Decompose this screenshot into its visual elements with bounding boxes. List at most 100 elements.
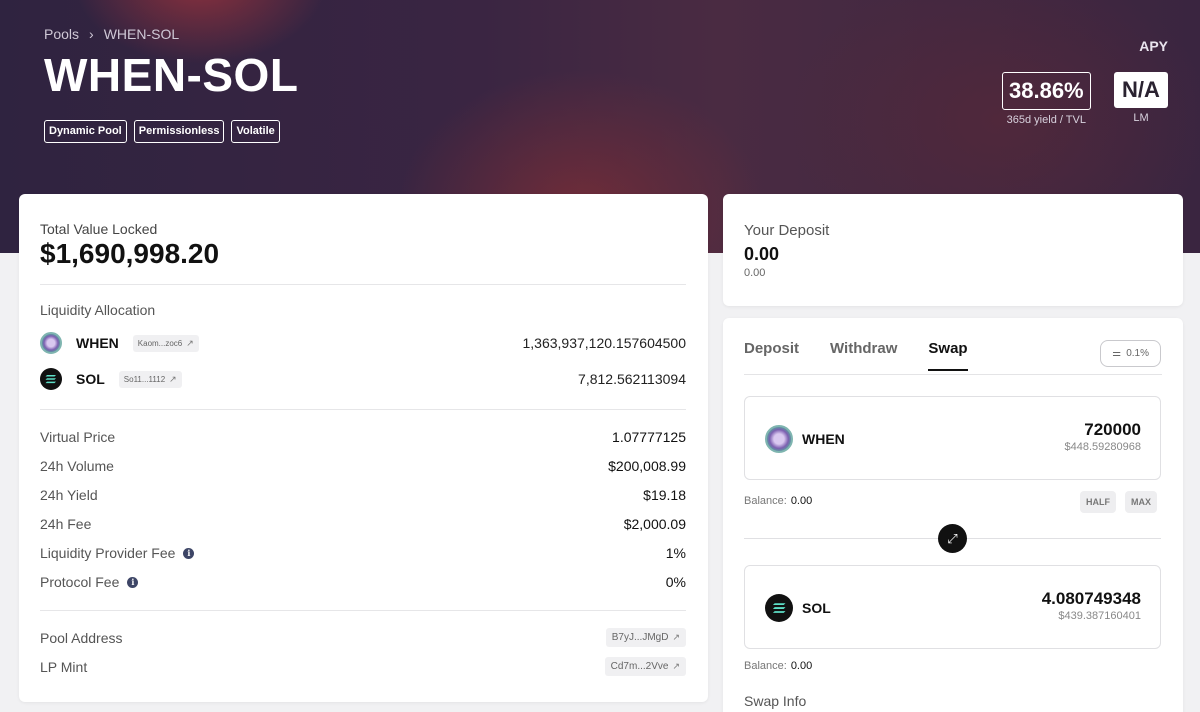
token-address: So11...1112	[123, 374, 166, 384]
tag-permissionless: Permissionless	[133, 120, 225, 143]
swap-info-label: Swap Info	[744, 693, 807, 709]
slippage-settings-button[interactable]: ⚌ 0.1%	[1100, 340, 1161, 367]
stat-value: 0%	[665, 574, 686, 590]
swap-card: Deposit Withdraw Swap ⚌ 0.1% WHEN 720000…	[723, 318, 1183, 712]
to-token-selector[interactable]: SOL	[765, 594, 831, 622]
apy-lm-sub: LM	[1133, 112, 1149, 124]
lp-mint-chip[interactable]: Cd7m...2Vve ↗	[604, 657, 686, 676]
pool-address: B7yJ...JMgD	[611, 632, 669, 643]
liquidity-allocation-label: Liquidity Allocation	[40, 302, 156, 318]
token-address: Kaom...zoc6	[137, 338, 183, 348]
stat-label: Protocol Fee i	[40, 574, 139, 590]
sol-token-icon	[765, 594, 793, 622]
swap-direction-icon[interactable]: ⤢	[938, 524, 967, 553]
allocation-row-when: WHEN Kaom...zoc6 ↗ 1,363,937,120.1576045…	[40, 331, 686, 355]
breadcrumb: Pools › WHEN-SOL	[44, 26, 179, 42]
stat-label: Liquidity Provider Fee i	[40, 545, 195, 561]
stat-value: $19.18	[643, 487, 686, 503]
pool-address-chip-wrap: B7yJ...JMgD ↗	[592, 628, 686, 647]
token-address-chip[interactable]: Kaom...zoc6 ↗	[132, 334, 199, 352]
apy-label: APY	[1139, 38, 1168, 54]
pool-address-chip[interactable]: B7yJ...JMgD ↗	[605, 628, 686, 647]
stat-lp-fee: Liquidity Provider Fee i 1%	[40, 545, 686, 561]
balance-value: 0.00	[790, 660, 813, 672]
info-icon[interactable]: i	[127, 576, 139, 588]
from-token-selector[interactable]: WHEN	[765, 425, 845, 453]
apy-lm-value: N/A	[1114, 72, 1168, 108]
stat-virtual-price: Virtual Price 1.07777125	[40, 429, 686, 445]
swap-to-box[interactable]: SOL 4.080749348 $439.387160401	[744, 565, 1161, 649]
breadcrumb-pools-link[interactable]: Pools	[44, 26, 79, 42]
deposit-label: Your Deposit	[744, 222, 830, 239]
when-token-icon	[40, 332, 62, 354]
to-amount-output: 4.080749348	[1041, 589, 1141, 608]
from-token-symbol: WHEN	[802, 431, 845, 447]
stat-label: 24h Volume	[40, 458, 114, 474]
balance-label: Balance:	[744, 495, 787, 507]
allocation-row-sol: SOL So11...1112 ↗ 7,812.562113094	[40, 367, 686, 391]
divider	[40, 610, 686, 611]
tab-swap[interactable]: Swap	[928, 340, 968, 371]
stat-24h-fee: 24h Fee $2,000.09	[40, 516, 686, 532]
pool-tags: Dynamic Pool Permissionless Volatile	[44, 120, 280, 143]
info-icon[interactable]: i	[183, 547, 195, 559]
pool-stats-card: Total Value Locked $1,690,998.20 Liquidi…	[19, 194, 708, 702]
token-symbol: SOL	[76, 371, 105, 387]
divider	[40, 284, 686, 285]
token-amount: 1,363,937,120.157604500	[522, 335, 687, 351]
from-balance: Balance: 0.00	[744, 495, 812, 507]
your-deposit-card: Your Deposit 0.00 0.00	[723, 194, 1183, 306]
stat-label: Pool Address	[40, 629, 123, 646]
stat-24h-volume: 24h Volume $200,008.99	[40, 458, 686, 474]
to-balance: Balance: 0.00	[744, 660, 812, 672]
swap-from-box[interactable]: WHEN 720000 $448.59280968	[744, 396, 1161, 480]
stat-label-text: Liquidity Provider Fee	[40, 545, 176, 561]
external-link-icon: ↗	[672, 661, 680, 671]
apy-lm-box: N/A LM	[1114, 72, 1168, 124]
stat-label-text: Protocol Fee	[40, 574, 120, 590]
action-tabs: Deposit Withdraw Swap	[744, 340, 968, 371]
divider	[40, 409, 686, 410]
deposit-usd-value: 0.00	[744, 267, 766, 279]
sol-token-icon	[40, 368, 62, 390]
external-link-icon: ↗	[186, 337, 194, 348]
external-link-icon: ↗	[169, 373, 177, 384]
tab-deposit[interactable]: Deposit	[744, 340, 799, 371]
tag-volatile: Volatile	[231, 120, 280, 143]
stat-24h-yield: 24h Yield $19.18	[40, 487, 686, 503]
external-link-icon: ↗	[672, 632, 680, 642]
stat-value: $2,000.09	[623, 516, 686, 532]
tab-withdraw[interactable]: Withdraw	[830, 340, 897, 371]
stat-label: 24h Yield	[40, 487, 98, 503]
apy-yield-value: 38.86%	[1002, 72, 1091, 110]
token-address-chip[interactable]: So11...1112 ↗	[118, 370, 182, 388]
token-symbol: WHEN	[76, 335, 119, 351]
apy-yield-sub: 365d yield / TVL	[1006, 114, 1086, 126]
tvl-label: Total Value Locked	[40, 221, 158, 237]
max-button[interactable]: MAX	[1125, 491, 1157, 513]
lp-mint-chip-wrap: Cd7m...2Vve ↗	[591, 657, 686, 676]
tvl-value: $1,690,998.20	[40, 238, 220, 269]
when-token-icon	[765, 425, 793, 453]
page-title: WHEN-SOL	[44, 49, 299, 101]
lp-mint-row: LP Mint Cd7m...2Vve ↗	[40, 657, 686, 676]
stat-value: 1%	[665, 545, 686, 561]
stat-value: 1.07777125	[612, 429, 686, 445]
sliders-icon: ⚌	[1112, 348, 1122, 359]
balance-value: 0.00	[790, 495, 813, 507]
stat-label: Virtual Price	[40, 429, 116, 445]
from-amount-usd: $448.59280968	[1064, 441, 1141, 453]
to-token-symbol: SOL	[802, 600, 831, 616]
breadcrumb-current: WHEN-SOL	[103, 26, 180, 42]
pool-address-row: Pool Address B7yJ...JMgD ↗	[40, 628, 686, 647]
tag-dynamic-pool: Dynamic Pool	[44, 120, 127, 143]
slippage-value: 0.1%	[1126, 348, 1149, 359]
balance-label: Balance:	[744, 660, 787, 672]
from-amount-input[interactable]: 720000	[1084, 420, 1141, 440]
token-amount: 7,812.562113094	[578, 371, 686, 387]
half-button[interactable]: HALF	[1080, 491, 1116, 513]
stat-label: 24h Fee	[40, 516, 92, 532]
chevron-right-icon: ›	[89, 26, 94, 42]
to-amount-usd: $439.387160401	[1058, 610, 1141, 622]
lp-mint-address: Cd7m...2Vve	[610, 661, 669, 672]
